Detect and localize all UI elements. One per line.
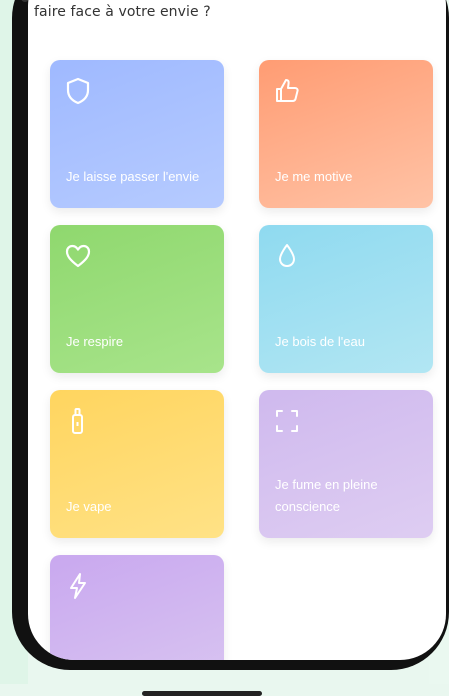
card-breathe[interactable]: Je respire — [50, 225, 224, 373]
card-vape[interactable]: Je vape — [50, 390, 224, 538]
card-motivate[interactable]: Je me motive — [259, 60, 433, 208]
card-let-craving-pass[interactable]: Je laisse passer l'envie — [50, 60, 224, 208]
card-label: Je me motive — [275, 169, 353, 184]
card-label: Je bois de l'eau — [275, 334, 365, 349]
card-drink-water[interactable]: Je bois de l'eau — [259, 225, 433, 373]
water-drop-icon — [279, 244, 295, 267]
card-label: Je respire — [66, 334, 124, 349]
card-lightning[interactable] — [50, 555, 224, 660]
vape-icon — [72, 408, 83, 434]
card-label: Je laisse passer l'envie — [66, 169, 200, 184]
card-mindful-smoking[interactable]: Je fume en pleine conscience — [259, 390, 433, 538]
shield-icon — [66, 77, 90, 105]
app-screen: faire face à votre envie ? Je laisse pas… — [28, 0, 446, 660]
home-indicator[interactable] — [142, 691, 262, 696]
focus-frame-icon — [276, 410, 298, 432]
card-label: Je vape — [66, 499, 112, 514]
thumbs-up-icon — [276, 79, 299, 102]
heart-icon — [65, 244, 91, 268]
lightning-icon — [70, 573, 86, 599]
card-label: Je fume en pleine conscience — [275, 477, 378, 514]
question-text: faire face à votre envie ? — [34, 4, 211, 20]
